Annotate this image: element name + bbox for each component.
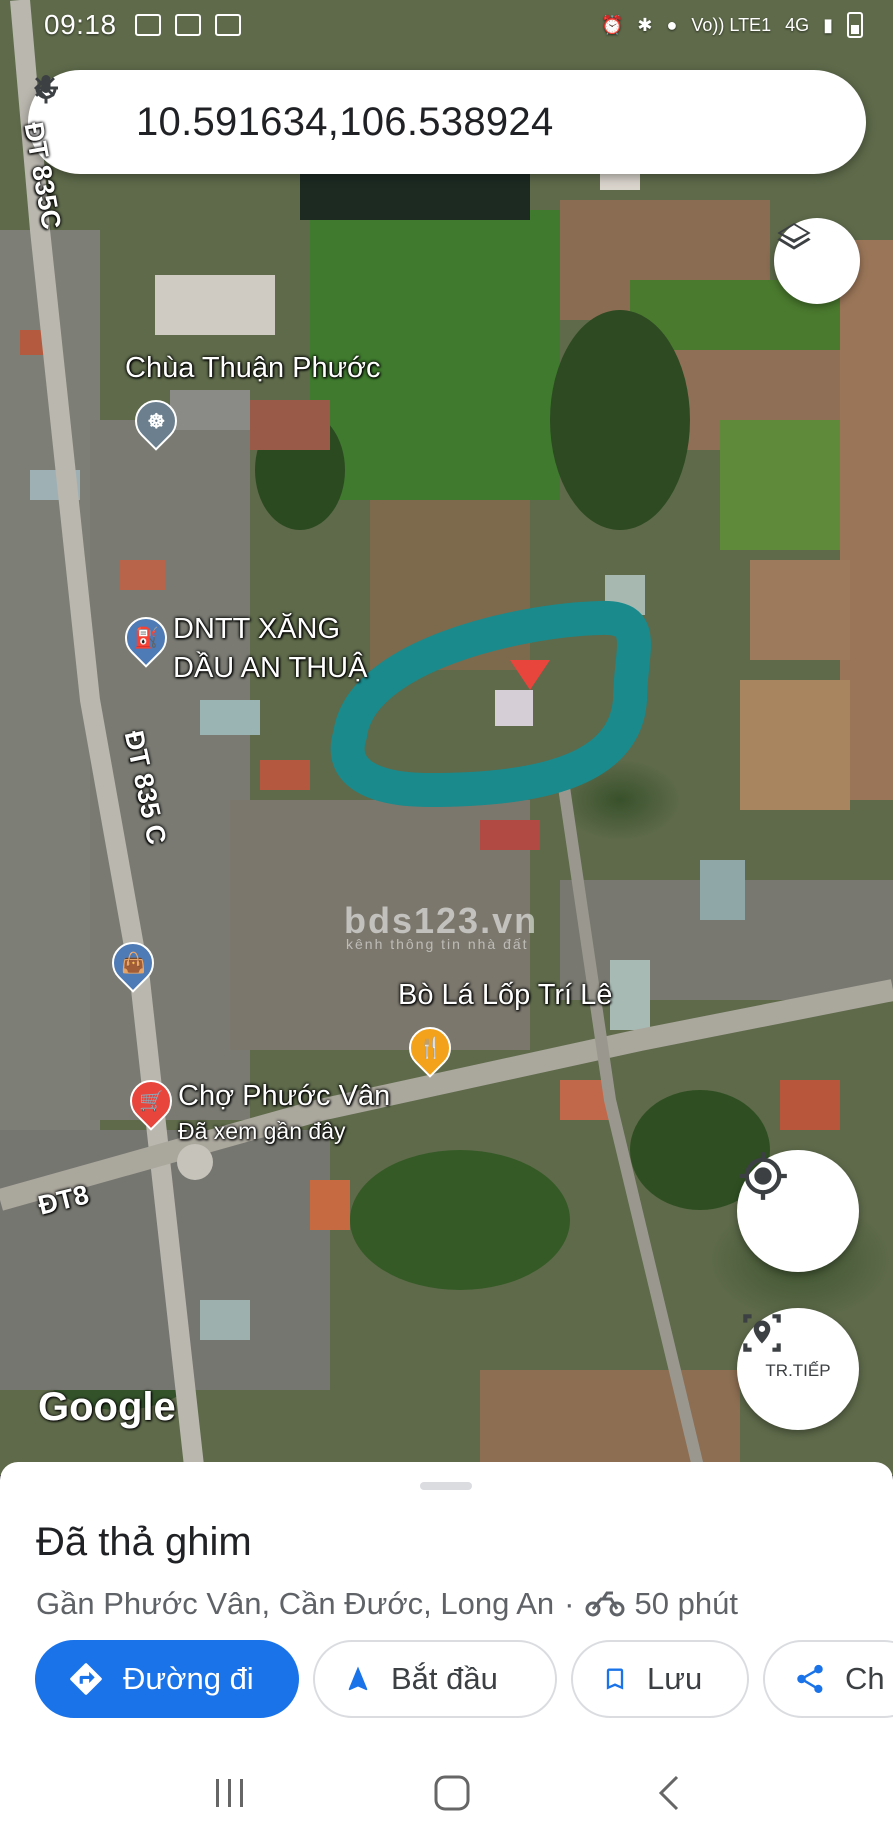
start-label: Bắt đầu: [391, 1661, 498, 1696]
gas-station-label-line2[interactable]: DẦU AN THUẬ: [173, 652, 367, 685]
save-button[interactable]: Lưu: [571, 1640, 749, 1718]
share-icon: [797, 1664, 823, 1694]
crosshair-icon: [739, 1152, 787, 1200]
network-text: Vo)) LTE1: [691, 14, 772, 35]
status-bar: 09:18 ⏰ ✱ ● Vo)) LTE1 4G ▮: [0, 0, 893, 50]
place-subtitle: Gần Phước Vân, Cần Đước, Long An · 50 ph…: [36, 1586, 738, 1622]
layers-button[interactable]: [774, 218, 860, 304]
image-icon: [134, 14, 161, 36]
recent-apps-icon[interactable]: [212, 1777, 248, 1814]
motorbike-icon: [585, 1591, 624, 1617]
search-bar[interactable]: 10.591634,106.538924: [28, 70, 866, 174]
alarm-icon: ⏰: [600, 14, 624, 35]
market-sublabel: Đã xem gần đây: [178, 1118, 346, 1144]
system-icons: ⏰ ✱ ● Vo)) LTE1 4G ▮: [601, 12, 863, 38]
status-time: 09:18: [44, 9, 117, 40]
share-button[interactable]: Ch: [763, 1640, 893, 1718]
bookmark-icon: [606, 1668, 624, 1690]
close-icon[interactable]: [35, 77, 740, 150]
travel-time: 50 phút: [634, 1586, 738, 1621]
sheet-drag-handle[interactable]: [420, 1482, 472, 1490]
microphone-icon[interactable]: [35, 75, 836, 150]
watermark-sub: kênh thông tin nhà đất: [346, 936, 529, 952]
directions-label: Đường đi: [123, 1661, 254, 1696]
separator: ·: [564, 1586, 575, 1621]
explore-button[interactable]: TR.TIẾP: [737, 1308, 859, 1430]
gmail-icon: [174, 14, 201, 36]
restaurant-label[interactable]: Bò Lá Lốp Trí Lê: [398, 979, 612, 1012]
market-label[interactable]: Chợ Phước Vân: [178, 1080, 390, 1113]
layers-icon: [777, 223, 811, 250]
my-location-button[interactable]: [737, 1150, 859, 1272]
map-view[interactable]: 09:18 ⏰ ✱ ● Vo)) LTE1 4G ▮ 10.591634,106…: [0, 0, 893, 1475]
back-icon[interactable]: [657, 1775, 681, 1816]
explore-label: TR.TIẾP: [765, 1361, 831, 1380]
directions-icon: [70, 1663, 102, 1695]
start-button[interactable]: Bắt đầu: [313, 1640, 557, 1718]
signal-icon: ▮: [823, 14, 833, 35]
network-type: 4G: [785, 14, 810, 35]
bluetooth-icon: ✱: [637, 14, 653, 35]
notification-icons: [134, 14, 241, 36]
battery-icon: [847, 12, 863, 38]
place-bottom-sheet[interactable]: Đã thả ghim Gần Phước Vân, Cần Đước, Lon…: [0, 1462, 893, 1755]
gas-station-label-line1[interactable]: DNTT XĂNG: [173, 613, 340, 646]
place-address: Gần Phước Vân, Cần Đước, Long An: [36, 1586, 555, 1621]
action-chips: Đường đi Bắt đầu Lưu Ch: [35, 1640, 893, 1718]
search-query[interactable]: 10.591634,106.538924: [136, 100, 684, 145]
location-status-icon: ●: [666, 14, 678, 35]
save-label: Lưu: [647, 1661, 703, 1696]
place-title: Đã thả ghim: [36, 1520, 252, 1564]
check-icon: [214, 14, 241, 36]
temple-label[interactable]: Chùa Thuận Phước: [125, 352, 381, 385]
directions-button[interactable]: Đường đi: [35, 1640, 299, 1718]
system-nav-bar: [0, 1755, 893, 1835]
dropped-pin-icon[interactable]: [510, 660, 550, 690]
share-label: Ch: [845, 1661, 885, 1696]
navigation-arrow-icon: [348, 1666, 368, 1691]
explore-pin-icon: [743, 1314, 781, 1352]
home-icon[interactable]: [432, 1773, 472, 1818]
google-logo: Google: [38, 1385, 176, 1429]
